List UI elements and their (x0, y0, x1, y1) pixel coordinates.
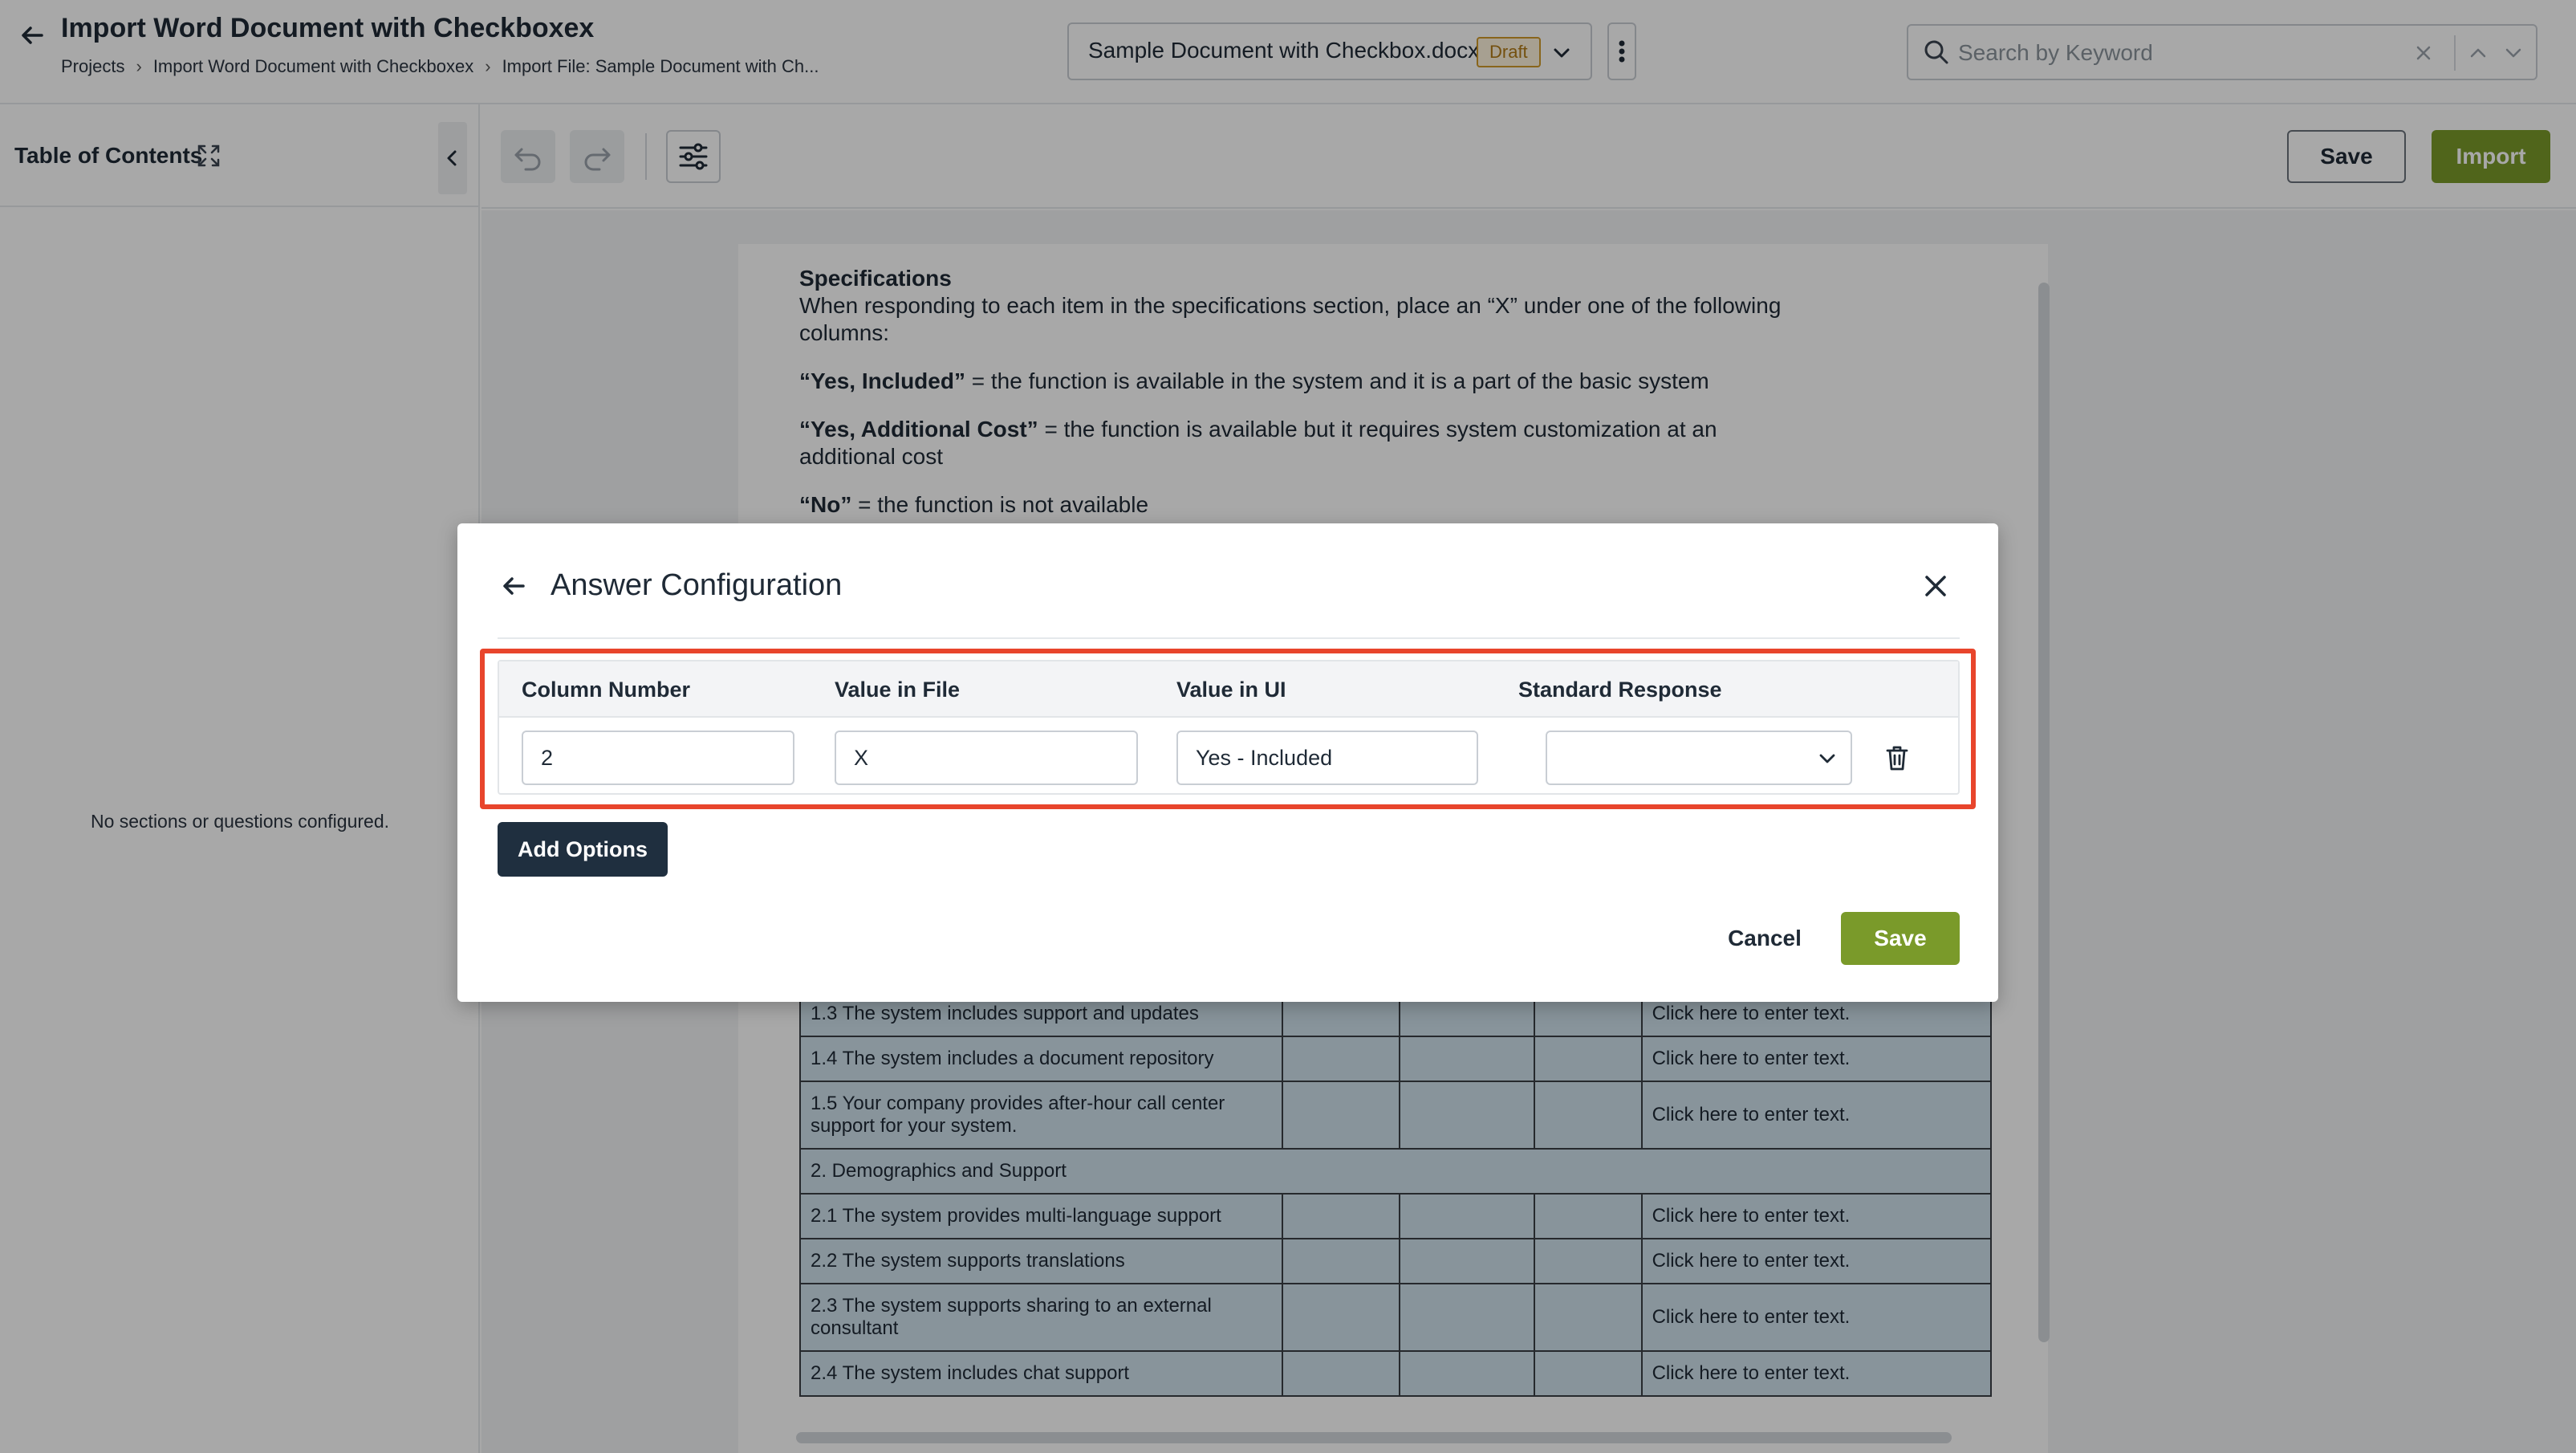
save-button[interactable]: Save (1841, 912, 1960, 965)
answer-configuration-dialog: Answer Configuration Column Number Value… (457, 523, 1998, 1002)
column-header-value-in-file: Value in File (835, 678, 961, 702)
chevron-down-icon (1817, 748, 1838, 769)
column-header-value-in-ui: Value in UI (1176, 678, 1286, 702)
divider (498, 637, 1960, 639)
value-in-ui-input[interactable] (1176, 731, 1478, 785)
column-number-input[interactable] (522, 731, 794, 785)
trash-icon[interactable] (1881, 742, 1913, 774)
add-options-button[interactable]: Add Options (498, 822, 668, 877)
standard-response-select[interactable] (1546, 731, 1852, 785)
column-header-standard-response: Standard Response (1518, 678, 1722, 702)
cancel-button[interactable]: Cancel (1721, 912, 1809, 965)
column-header-column-number: Column Number (522, 678, 691, 702)
table-header: Column Number Value in File Value in UI … (499, 661, 1958, 718)
value-in-file-input[interactable] (835, 731, 1138, 785)
back-arrow-icon[interactable] (498, 570, 530, 602)
dialog-title: Answer Configuration (551, 568, 843, 602)
answer-config-table: Column Number Value in File Value in UI … (498, 660, 1960, 795)
close-icon[interactable] (1920, 570, 1952, 602)
